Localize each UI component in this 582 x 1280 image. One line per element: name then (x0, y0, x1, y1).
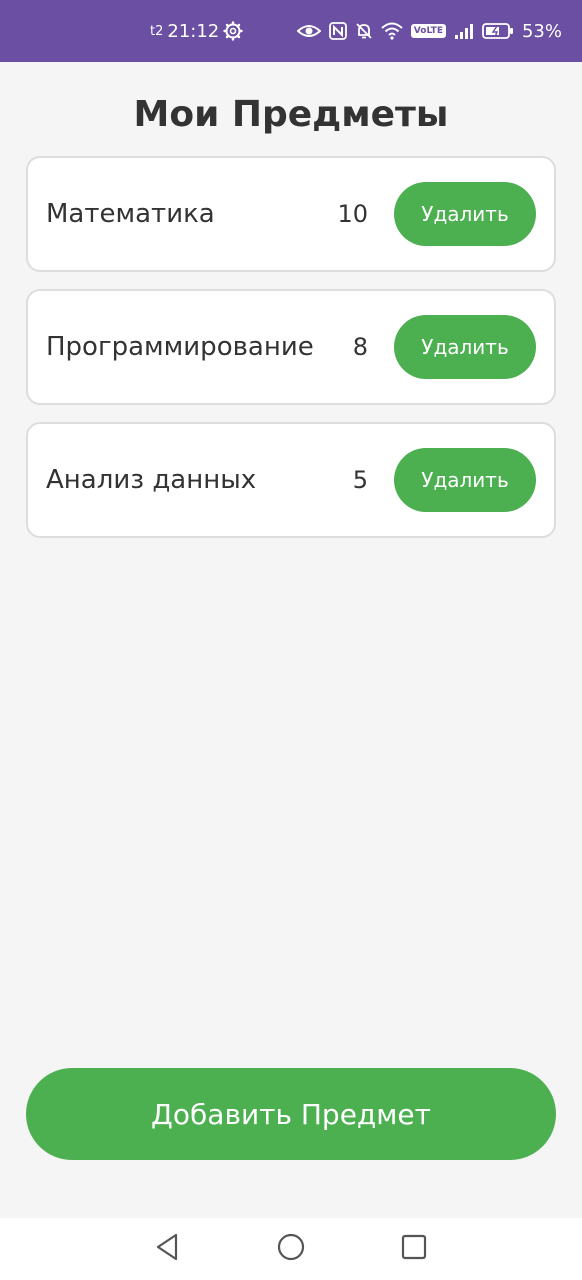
subject-name: Анализ данных (46, 465, 257, 495)
navigation-bar (0, 1218, 582, 1280)
home-button[interactable] (261, 1218, 321, 1280)
wifi-icon (381, 22, 403, 40)
delete-button[interactable]: Удалить (394, 448, 536, 512)
carrier-label: t2 (150, 23, 164, 39)
delete-button[interactable]: Удалить (394, 182, 536, 246)
add-subject-button[interactable]: Добавить Предмет (26, 1068, 556, 1160)
recents-button[interactable] (384, 1218, 444, 1280)
subject-count: 5 (352, 466, 368, 494)
back-button[interactable] (137, 1218, 197, 1280)
subject-name: Программирование (46, 332, 314, 362)
battery-percent: 53% (521, 20, 562, 42)
clock: 21:12 (167, 20, 220, 42)
delete-button[interactable]: Удалить (394, 315, 536, 379)
page-title: Мои Предметы (133, 94, 449, 135)
subject-card: Анализ данных 5 Удалить (26, 422, 556, 538)
home-icon (276, 1232, 306, 1266)
back-icon (154, 1233, 180, 1265)
subject-name: Математика (46, 199, 215, 229)
app-screen: t2 21:12 VoLTE 53% Мои Предметы Математи… (0, 0, 582, 1280)
subject-card: Математика 10 Удалить (26, 156, 556, 272)
battery-icon (482, 22, 514, 40)
subject-count: 10 (337, 200, 368, 228)
nfc-icon (328, 22, 347, 40)
gear-icon (223, 21, 243, 41)
status-bar: t2 21:12 VoLTE 53% (0, 0, 582, 62)
eye-icon (296, 23, 321, 39)
bell-off-icon (355, 22, 373, 40)
recents-icon (400, 1233, 428, 1265)
volte-icon: VoLTE (410, 24, 446, 38)
status-right: VoLTE 53% (296, 0, 562, 62)
signal-icon (454, 22, 474, 40)
status-left: t2 21:12 (150, 0, 243, 62)
subject-card: Программирование 8 Удалить (26, 289, 556, 405)
subject-list: Математика 10 Удалить Программирование 8… (26, 156, 556, 555)
subject-count: 8 (352, 333, 368, 361)
